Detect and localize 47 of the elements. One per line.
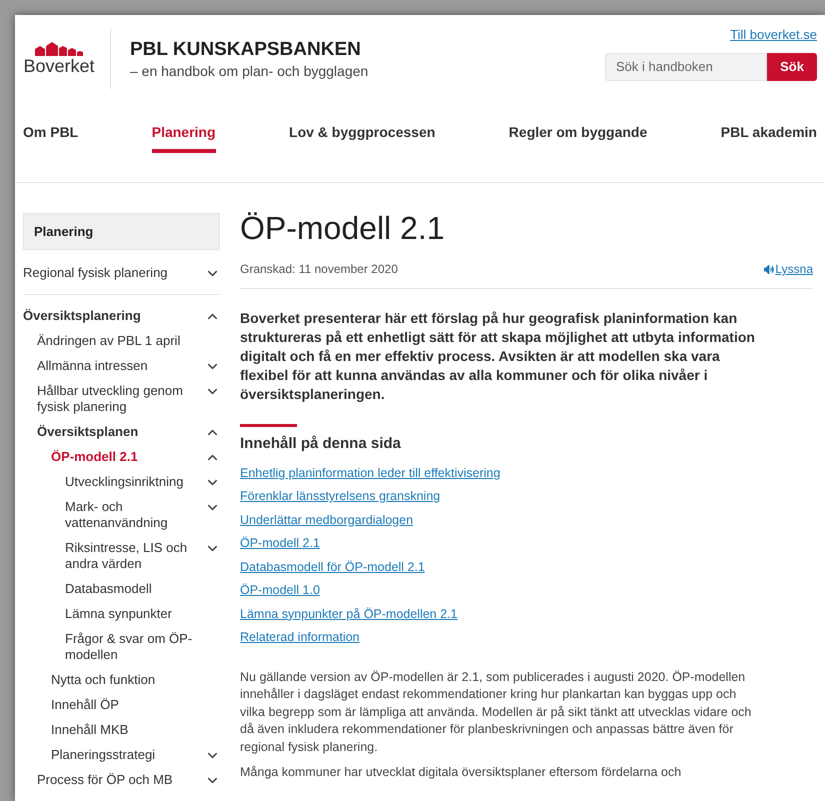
sidebar-item[interactable]: Innehåll ÖP: [51, 697, 119, 713]
sidebar-item[interactable]: Hållbar utveckling genom fysisk planering: [37, 383, 187, 415]
sidebar-item[interactable]: Lämna synpunkter: [65, 606, 172, 622]
lead-paragraph: Boverket presenterar här ett förslag på hur geografisk planinformation kan struktureras på ett enhetligt sätt för att skapa möjlighet att utbyta information digitalt och få en mer effektiv process. Avsikten är att modellen ska vara flexibel för att kunna användas av alla kommuner och för olika nivåer i översiktsplaneringen.: [240, 309, 756, 404]
nav-tab[interactable]: Regler om byggande: [508, 119, 648, 153]
review-date: Granskad: 11 november 2020: [240, 261, 398, 278]
sidebar-heading: Planering: [23, 213, 220, 250]
toc-link[interactable]: Databasmodell för ÖP-modell 2.1: [240, 560, 425, 574]
sidebar-item[interactable]: Process för ÖP och MB: [37, 772, 173, 788]
search-button[interactable]: Sök: [767, 52, 817, 80]
toc-link[interactable]: ÖP-modell 2.1: [240, 536, 320, 550]
toc-link[interactable]: Underlättar medborgardialogen: [240, 512, 414, 526]
houses-logo-icon: [35, 42, 83, 56]
toc-link[interactable]: Relaterad information: [240, 630, 360, 644]
toc-link[interactable]: Enhetlig planinformation leder till effektivisering: [240, 466, 500, 480]
toc-link[interactable]: ÖP-modell 1.0: [240, 583, 320, 597]
sidebar-item[interactable]: Innehåll MKB: [51, 722, 128, 738]
sidebar-item[interactable]: Översiktsplanering: [23, 308, 141, 324]
site-title: PBL KUNSKAPSBANKEN: [130, 38, 362, 62]
sidebar-item[interactable]: Databasmodell: [65, 581, 152, 597]
sidebar-item[interactable]: Planeringsstrategi: [51, 747, 156, 763]
nav-tab[interactable]: Lov & byggprocessen: [289, 119, 436, 153]
site-subtitle: – en handbok om plan- och bygglagen: [130, 62, 368, 80]
nav-tab[interactable]: Planering: [152, 119, 216, 153]
sidebar-item[interactable]: Mark- och vattenanvändning: [65, 499, 205, 531]
speaker-icon: [764, 264, 774, 274]
page-title: ÖP-modell 2.1: [240, 209, 446, 248]
body-paragraph: Nu gällande version av ÖP-modellen är 2.1, som publicerades i augusti 2020. ÖP-modellen innehåller i dagsläget endast rekommendationer kring hur plankartan kan byggas upp och vilka begrepp som är lämpliga att använda. Modellen är på sikt tänkt att utvecklas vidare och då även inkludera rekommendationer för planbeskrivningen och anpassas bättre även för regional fysisk planering.: [240, 668, 752, 756]
toc-link[interactable]: Förenklar länsstyrelsens granskning: [240, 489, 440, 503]
sidebar-item[interactable]: Riksintresse, LIS och andra värden: [65, 540, 205, 572]
sidebar-item[interactable]: Översiktsplanen: [37, 424, 138, 440]
sidebar-item[interactable]: Frågor & svar om ÖP-modellen: [65, 631, 215, 663]
sidebar-item[interactable]: Allmänna intressen: [37, 358, 148, 374]
toc-heading: Innehåll på denna sida: [240, 434, 402, 454]
body-paragraph: Många kommuner har utvecklat digitala översiktsplaner eftersom fördelarna och: [240, 764, 682, 781]
nav-tab[interactable]: Om PBL: [23, 119, 78, 153]
listen-link[interactable]: Lyssna: [775, 260, 813, 278]
search-field[interactable]: Sök i handboken: [605, 52, 767, 80]
sidebar-item[interactable]: Utvecklingsinriktning: [65, 474, 184, 490]
toc-link[interactable]: Lämna synpunkter på ÖP-modellen 2.1: [240, 606, 458, 620]
sidebar-item[interactable]: Ändringen av PBL 1 april: [37, 333, 180, 349]
logo-text: Boverket: [23, 56, 95, 76]
sidebar-item[interactable]: Regional fysisk planering: [23, 265, 168, 281]
sidebar-item[interactable]: Nytta och funktion: [51, 672, 156, 688]
sidebar-item[interactable]: ÖP-modell 2.1: [51, 449, 138, 465]
nav-tab[interactable]: PBL akademin: [720, 119, 817, 153]
external-link[interactable]: Till boverket.se: [730, 25, 817, 44]
